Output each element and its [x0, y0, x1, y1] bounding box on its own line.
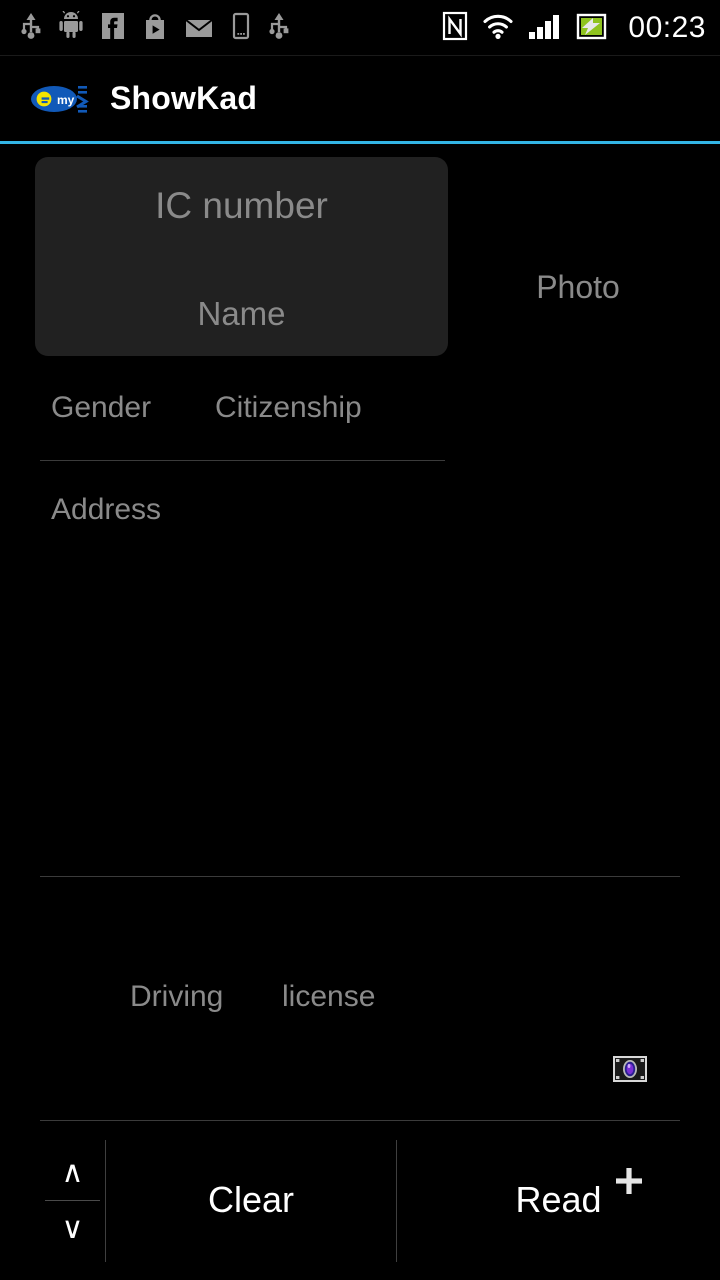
- camera-icon[interactable]: [613, 1056, 647, 1082]
- bottom-action-bar: ∧ ∨ Clear Read: [0, 1138, 720, 1262]
- divider-bottom: [40, 1120, 680, 1121]
- stepper-up-button[interactable]: ∧: [40, 1144, 105, 1202]
- ic-number-field[interactable]: IC number: [35, 185, 448, 227]
- driving-field[interactable]: Driving: [130, 980, 223, 1014]
- divider-middle: [40, 876, 680, 877]
- address-field[interactable]: Address: [51, 493, 161, 527]
- read-button[interactable]: Read: [397, 1138, 720, 1262]
- battery-charging-icon: [576, 11, 608, 46]
- wifi-icon: [482, 11, 514, 46]
- email-icon: [184, 11, 214, 46]
- stepper-down-button[interactable]: ∨: [40, 1200, 105, 1258]
- android-debug-icon: [58, 9, 84, 46]
- license-field[interactable]: license: [282, 980, 375, 1014]
- app-title: ShowKad: [110, 80, 258, 116]
- facebook-icon: [100, 11, 126, 46]
- play-store-icon: [142, 11, 168, 46]
- identity-panel[interactable]: IC number Name: [35, 157, 448, 356]
- clear-button[interactable]: Clear: [106, 1138, 396, 1262]
- photo-placeholder[interactable]: Photo: [448, 269, 708, 306]
- usb-icon-2: [268, 11, 290, 46]
- svg-text:my: my: [57, 93, 75, 107]
- action-bar: my ShowKad: [0, 56, 720, 141]
- nfc-icon: [442, 10, 468, 47]
- mykad-logo: my: [28, 80, 94, 118]
- status-clock: 00:23: [628, 11, 706, 44]
- name-field[interactable]: Name: [35, 295, 448, 333]
- status-icons-left: [20, 9, 290, 46]
- status-bar: 00:23: [0, 0, 720, 56]
- divider-top: [40, 460, 445, 461]
- cellular-signal-icon: [528, 11, 562, 46]
- citizenship-field[interactable]: Citizenship: [215, 391, 362, 425]
- app-screen: 00:23 my ShowKad IC number Name Photo Ge…: [0, 0, 720, 1280]
- device-icon: [230, 11, 252, 46]
- status-icons-right: 00:23: [442, 10, 706, 47]
- quantity-stepper[interactable]: ∧ ∨: [40, 1138, 105, 1262]
- form-content: IC number Name Photo Gender Citizenship …: [0, 144, 720, 1280]
- gender-field[interactable]: Gender: [51, 391, 151, 425]
- usb-icon: [20, 11, 42, 46]
